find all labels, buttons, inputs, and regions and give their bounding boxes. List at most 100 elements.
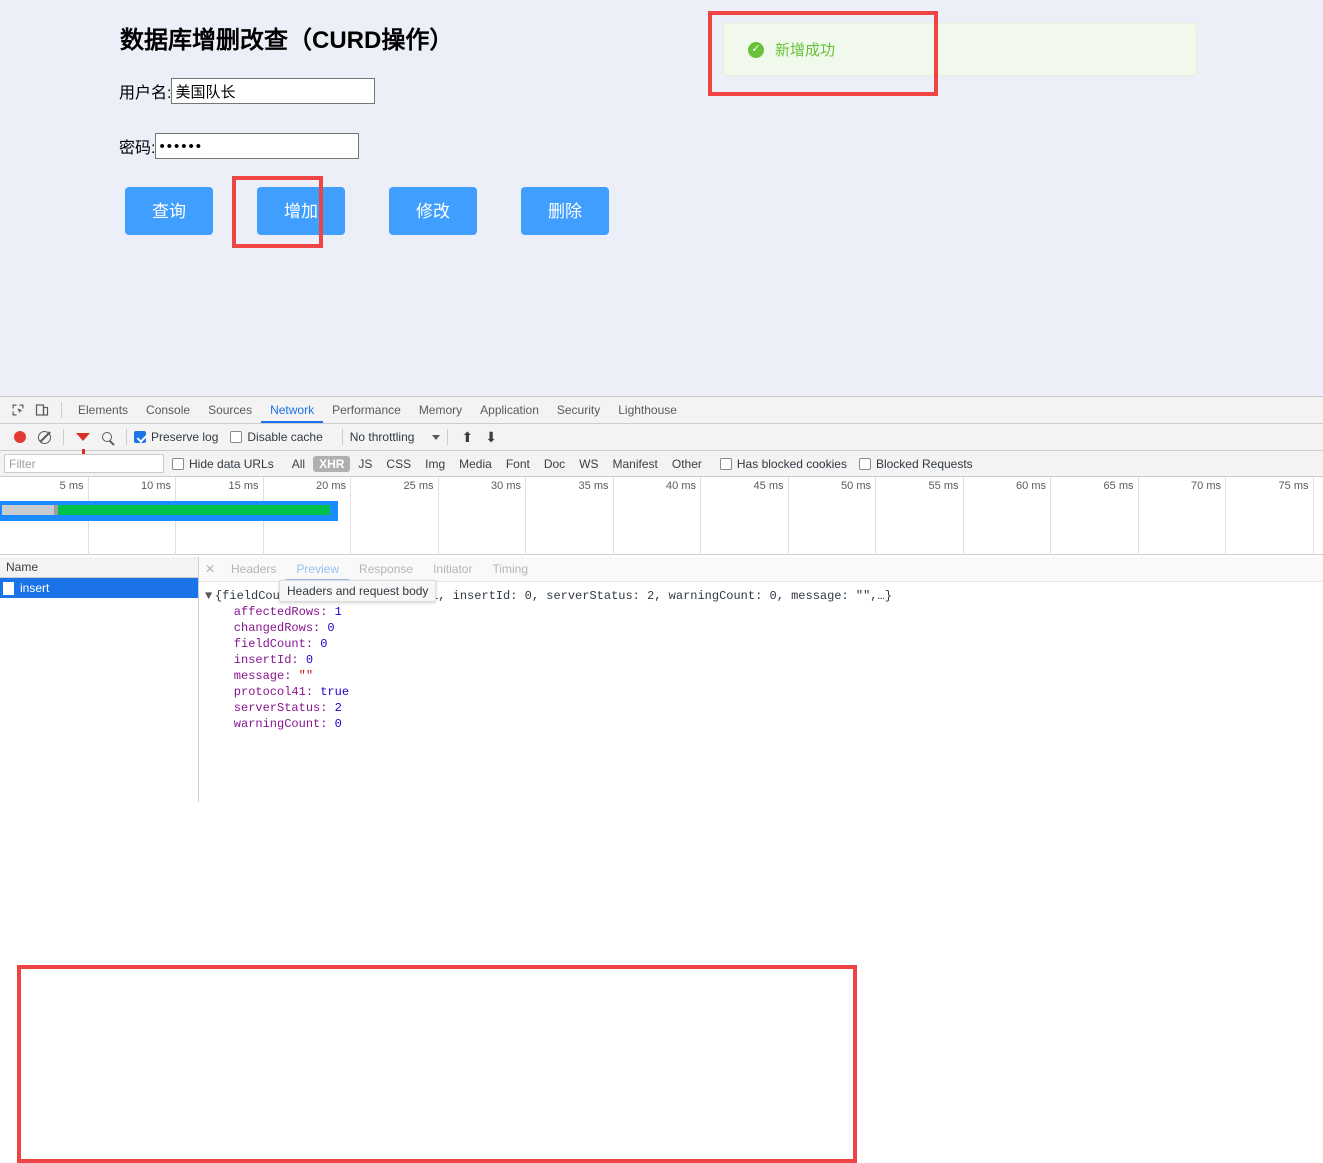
page-title: 数据库增删改查（CURD操作）	[120, 27, 454, 54]
export-har-icon[interactable]: ⬇	[485, 430, 497, 444]
json-key: insertId:	[205, 653, 306, 667]
password-row: 密码:	[119, 133, 360, 159]
tab-performance[interactable]: Performance	[323, 397, 410, 423]
divider	[341, 429, 343, 445]
tab-security[interactable]: Security	[548, 397, 609, 423]
tab-elements[interactable]: Elements	[69, 397, 137, 423]
filter-type-all[interactable]: All	[286, 456, 311, 472]
overview-download-bar	[58, 505, 330, 515]
request-row-insert[interactable]: insert	[0, 578, 198, 598]
json-entry: changedRows: 0	[205, 620, 1323, 636]
timeline-tick-label: 20 ms	[316, 480, 346, 492]
hide-data-urls-label: Hide data URLs	[189, 456, 274, 471]
detail-tab-initiator[interactable]: Initiator	[423, 557, 482, 581]
filter-type-media[interactable]: Media	[453, 456, 498, 472]
annotation-box-network	[17, 965, 857, 1163]
disable-cache-checkbox[interactable]: Disable cache	[230, 430, 323, 444]
preserve-log-label: Preserve log	[151, 430, 219, 444]
tab-sources[interactable]: Sources	[199, 397, 261, 423]
import-har-icon[interactable]: ⬆	[461, 430, 473, 444]
detail-tab-response[interactable]: Response	[349, 557, 423, 581]
hide-data-urls-checkbox[interactable]: Hide data URLs	[172, 457, 274, 471]
delete-button[interactable]: 删除	[521, 187, 609, 235]
checkbox-box	[230, 431, 243, 443]
json-value: 0	[327, 621, 335, 635]
filter-type-font[interactable]: Font	[500, 456, 536, 472]
filter-type-other[interactable]: Other	[666, 456, 708, 472]
tab-memory[interactable]: Memory	[410, 397, 471, 423]
search-icon[interactable]	[95, 426, 119, 448]
filter-type-manifest[interactable]: Manifest	[607, 456, 664, 472]
timeline-tick-label: 70 ms	[1191, 480, 1221, 492]
add-button[interactable]: 增加	[257, 187, 345, 235]
network-split-pane: Name insert ✕ Headers Preview Response I…	[0, 557, 1323, 802]
username-input[interactable]	[171, 78, 376, 104]
checkbox-box	[134, 431, 146, 443]
close-icon[interactable]: ✕	[199, 562, 221, 576]
clear-icon[interactable]	[32, 426, 56, 448]
tab-lighthouse[interactable]: Lighthouse	[609, 397, 686, 423]
check-circle-icon: ✓	[748, 41, 764, 58]
tab-console[interactable]: Console	[137, 397, 199, 423]
json-key: fieldCount:	[205, 637, 321, 651]
file-icon	[3, 581, 14, 595]
divider	[126, 429, 127, 445]
preview-json-view: ▼ {fieldCount: 0, affectedRows: 1, insert…	[199, 582, 1323, 732]
password-label: 密码:	[119, 140, 156, 157]
overview-bars	[0, 501, 1323, 523]
json-key: message:	[205, 669, 299, 683]
expand-triangle-icon[interactable]: ▼	[205, 588, 215, 604]
query-button[interactable]: 查询	[125, 187, 213, 235]
json-key: serverStatus:	[205, 701, 335, 715]
timeline-tick-label: 60 ms	[1016, 480, 1046, 492]
json-value: 1	[334, 605, 342, 619]
filter-type-xhr[interactable]: XHR	[313, 455, 351, 472]
filter-type-img[interactable]: Img	[419, 456, 451, 472]
filter-icon[interactable]	[71, 426, 95, 454]
timeline-tick-label: 75 ms	[1278, 480, 1309, 492]
action-button-bar: 查询 增加 修改 删除	[125, 187, 609, 235]
network-toolbar: Preserve log Disable cache No throttling…	[0, 424, 1323, 454]
success-message-text: 新增成功	[775, 42, 836, 59]
update-button[interactable]: 修改	[389, 187, 477, 235]
filter-type-ws[interactable]: WS	[573, 456, 604, 472]
filter-type-doc[interactable]: Doc	[538, 456, 571, 472]
timeline-tick-label: 10 ms	[141, 480, 171, 492]
network-overview-timeline[interactable]: 5 ms 10 ms 15 ms 20 ms 25 ms 30 ms 35 ms 40 ms 4…	[0, 477, 1323, 555]
blocked-requests-label: Blocked Requests	[875, 456, 973, 471]
detail-tab-preview[interactable]: Preview	[286, 557, 349, 581]
json-entry: message: ""	[205, 668, 1323, 684]
divider	[61, 402, 62, 418]
json-entry-list: affectedRows: 1 changedRows: 0 fieldCoun…	[205, 604, 1323, 732]
detail-tab-timing[interactable]: Timing	[482, 557, 538, 581]
throttling-select[interactable]: No throttling	[350, 430, 441, 444]
has-blocked-cookies-checkbox[interactable]: Has blocked cookies	[719, 457, 847, 471]
username-row: 用户名:	[119, 78, 376, 104]
request-detail-pane: ✕ Headers Preview Response Initiator Tim…	[199, 557, 1323, 802]
preserve-log-checkbox[interactable]: Preserve log	[134, 430, 218, 444]
json-entry: fieldCount: 0	[205, 636, 1323, 652]
device-toolbar-icon[interactable]	[30, 399, 54, 421]
request-list: Name insert	[0, 557, 199, 802]
record-icon[interactable]	[8, 426, 32, 448]
checkbox-box	[719, 457, 732, 470]
throttling-value: No throttling	[349, 430, 415, 444]
request-list-header[interactable]: Name	[0, 557, 198, 578]
inspect-element-icon[interactable]	[6, 399, 30, 421]
divider	[63, 429, 64, 445]
timeline-tick-label: 35 ms	[578, 480, 609, 492]
blocked-requests-checkbox[interactable]: Blocked Requests	[858, 456, 973, 471]
tab-network[interactable]: Network	[261, 397, 323, 423]
detail-tabbar: ✕ Headers Preview Response Initiator Tim…	[199, 557, 1323, 582]
filter-type-js[interactable]: JS	[352, 456, 378, 472]
json-entry: affectedRows: 1	[205, 604, 1323, 620]
timeline-tick-label: 40 ms	[666, 480, 696, 492]
password-input[interactable]	[155, 133, 360, 159]
json-value: ""	[298, 669, 314, 683]
tab-application[interactable]: Application	[471, 397, 548, 423]
json-entry: insertId: 0	[205, 652, 1323, 668]
filter-type-css[interactable]: CSS	[380, 456, 417, 472]
tooltip: Headers and request body	[279, 580, 437, 602]
filter-input[interactable]	[4, 454, 164, 473]
detail-tab-headers[interactable]: Headers	[221, 557, 286, 581]
